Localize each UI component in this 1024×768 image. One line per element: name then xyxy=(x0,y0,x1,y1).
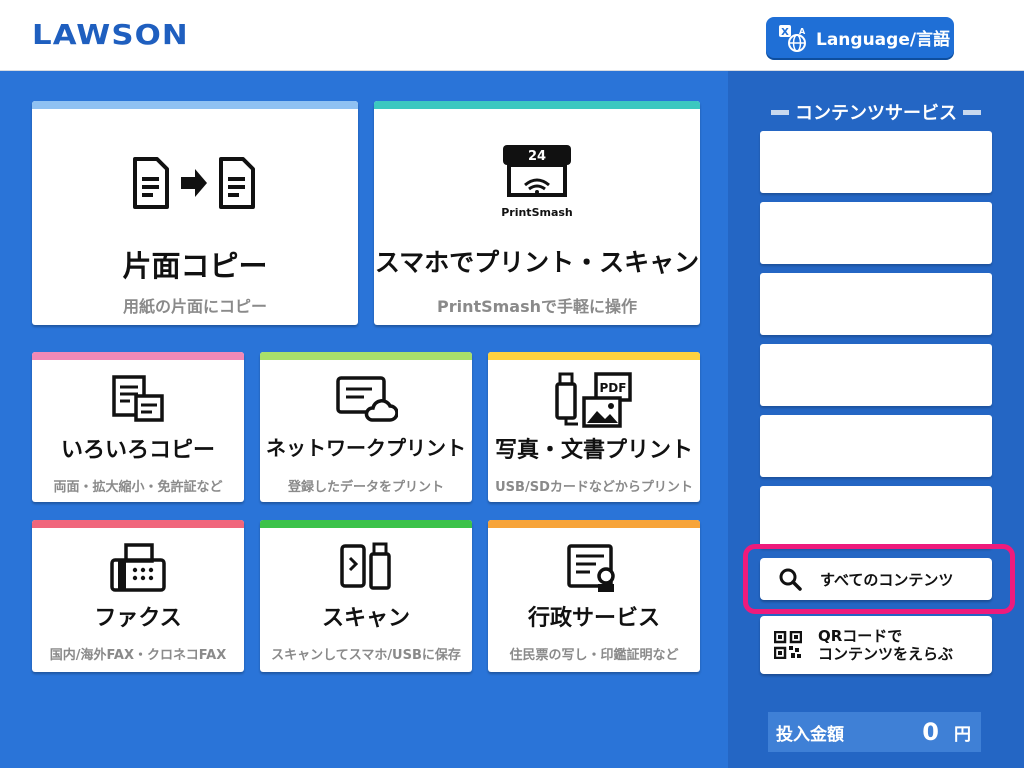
tile-title: 写真・文書プリント xyxy=(494,438,693,463)
tile-title: スキャン xyxy=(321,606,410,631)
copy-document-icon xyxy=(133,157,255,209)
tile-subtitle: 住民票の写し・印鑑証明など xyxy=(509,648,679,663)
tile-subtitle: 用紙の片面にコピー xyxy=(122,297,267,316)
fax-machine-icon xyxy=(110,543,166,592)
printsmash-label: PrintSmash xyxy=(501,206,573,219)
payment-amount: 0 xyxy=(922,718,939,746)
tile-color-bar xyxy=(488,352,700,360)
tile-color-bar xyxy=(260,352,472,360)
tile-title: ファクス xyxy=(94,606,182,631)
tile-color-bar xyxy=(32,520,244,528)
certificate-stamp-icon xyxy=(567,544,615,592)
tile-color-bar xyxy=(374,101,700,109)
printsmash-icon: 24 PrintSmash xyxy=(501,145,573,219)
tile-color-bar xyxy=(32,101,358,109)
translate-globe-icon: X A xyxy=(779,24,806,52)
all-contents-button[interactable]: すべてのコンテンツ xyxy=(760,558,992,600)
svg-text:X: X xyxy=(781,27,789,38)
content-services-title: コンテンツサービス xyxy=(760,99,992,125)
tile-title: スマホでプリント・スキャン xyxy=(374,248,700,277)
tile-color-bar xyxy=(260,520,472,528)
payment-unit: 円 xyxy=(954,724,971,745)
tile-title: 行政サービス xyxy=(527,606,660,631)
svg-text:A: A xyxy=(799,27,806,36)
tile-color-bar xyxy=(32,352,244,360)
search-icon xyxy=(779,568,802,591)
content-slot[interactable] xyxy=(760,202,992,264)
tile-network-print[interactable]: ネットワークプリント 登録したデータをプリント xyxy=(260,352,472,502)
tile-subtitle: PrintSmashで手軽に操作 xyxy=(436,297,638,316)
content-slot[interactable] xyxy=(760,415,992,477)
language-button[interactable]: X A Language/言語 xyxy=(766,17,954,58)
pdf-label: PDF xyxy=(600,381,627,395)
title-dash-right xyxy=(963,109,981,115)
tile-title: いろいろコピー xyxy=(60,438,215,463)
tile-title: ネットワークプリント xyxy=(266,436,466,460)
tile-title: 片面コピー xyxy=(122,249,268,283)
printsmash-badge: 24 xyxy=(528,149,546,164)
qr-button-text: QRコードで コンテンツをえらぶ xyxy=(818,627,953,663)
usb-pdf-photo-icon: PDF xyxy=(555,372,632,428)
tile-color-bar xyxy=(488,520,700,528)
content-slot[interactable] xyxy=(760,131,992,193)
content-slot[interactable] xyxy=(760,273,992,335)
various-copy-icon xyxy=(112,375,164,422)
content-slot[interactable] xyxy=(760,486,992,548)
tile-subtitle: 登録したデータをプリント xyxy=(287,480,444,495)
title-dash-left xyxy=(771,109,789,115)
payment-amount-display: 投入金額 0 円 xyxy=(768,712,981,752)
tile-photo-document-print[interactable]: PDF 写真・文書プリント USB/SDカードなどからプリント xyxy=(488,352,700,502)
payment-label: 投入金額 xyxy=(776,724,844,745)
tile-scan[interactable]: スキャン スキャンしてスマホ/USBに保存 xyxy=(260,520,472,672)
header-bar: LAWSON X A Language/言語 xyxy=(0,0,1024,71)
tile-government-services[interactable]: 行政サービス 住民票の写し・印鑑証明など xyxy=(488,520,700,672)
qr-select-button[interactable]: QRコードで コンテンツをえらぶ xyxy=(760,616,992,674)
lawson-logo: LAWSON xyxy=(32,18,189,51)
tile-single-copy[interactable]: 片面コピー 用紙の片面にコピー xyxy=(32,101,358,325)
cloud-document-icon xyxy=(336,376,398,422)
content-slot[interactable] xyxy=(760,344,992,406)
language-button-label: Language/言語 xyxy=(816,30,951,50)
tile-various-copy[interactable]: いろいろコピー 両面・拡大縮小・免許証など xyxy=(32,352,244,502)
scan-phone-usb-icon xyxy=(340,542,391,590)
tile-subtitle: 国内/海外FAX・クロネコFAX xyxy=(49,648,227,663)
tile-fax[interactable]: ファクス 国内/海外FAX・クロネコFAX xyxy=(32,520,244,672)
all-contents-label: すべてのコンテンツ xyxy=(820,570,954,589)
qr-button-line1: QRコードで xyxy=(818,627,903,645)
tile-smartphone-print[interactable]: 24 PrintSmash スマホでプリント・スキャン PrintSmashで手… xyxy=(374,101,700,325)
tile-subtitle: スキャンしてスマホ/USBに保存 xyxy=(271,648,461,663)
tile-subtitle: USB/SDカードなどからプリント xyxy=(495,480,693,495)
qr-code-icon xyxy=(774,631,802,659)
qr-button-line2: コンテンツをえらぶ xyxy=(818,645,954,663)
tile-subtitle: 両面・拡大縮小・免許証など xyxy=(53,480,223,495)
content-services-title-text: コンテンツサービス xyxy=(795,103,957,124)
